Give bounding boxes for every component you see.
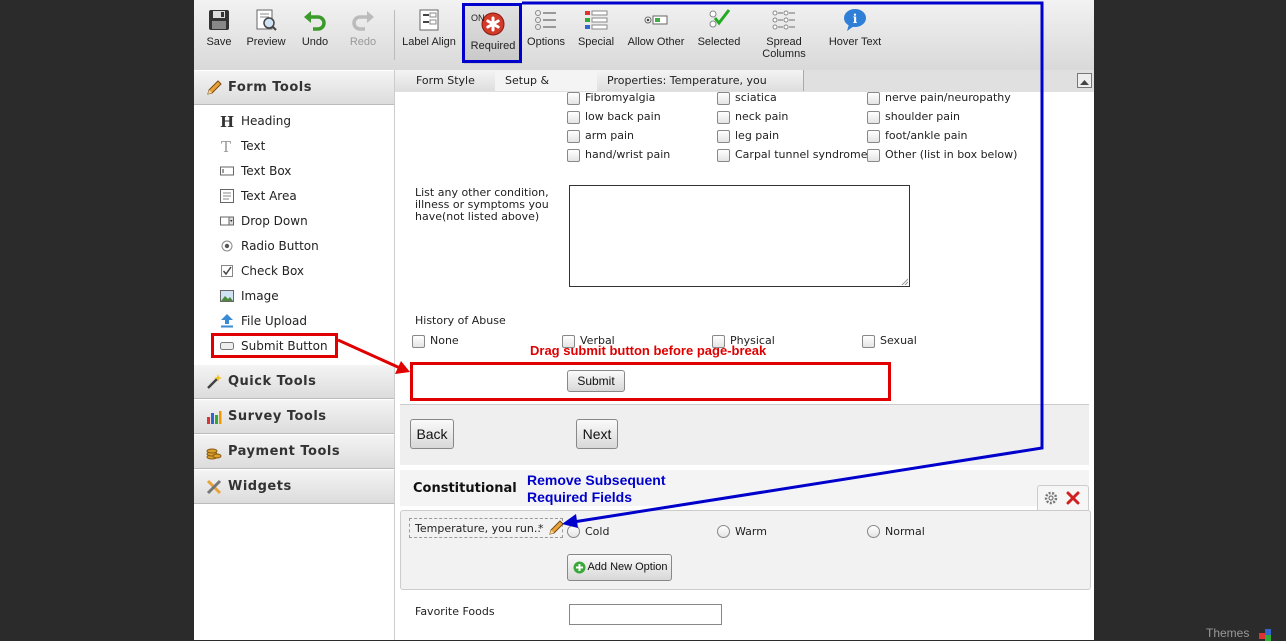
blue-arrow-head — [562, 514, 578, 528]
annotation-arrows — [337, 1, 1044, 528]
blue-arrow-line — [522, 1, 1044, 525]
red-arrow-line — [337, 338, 401, 370]
